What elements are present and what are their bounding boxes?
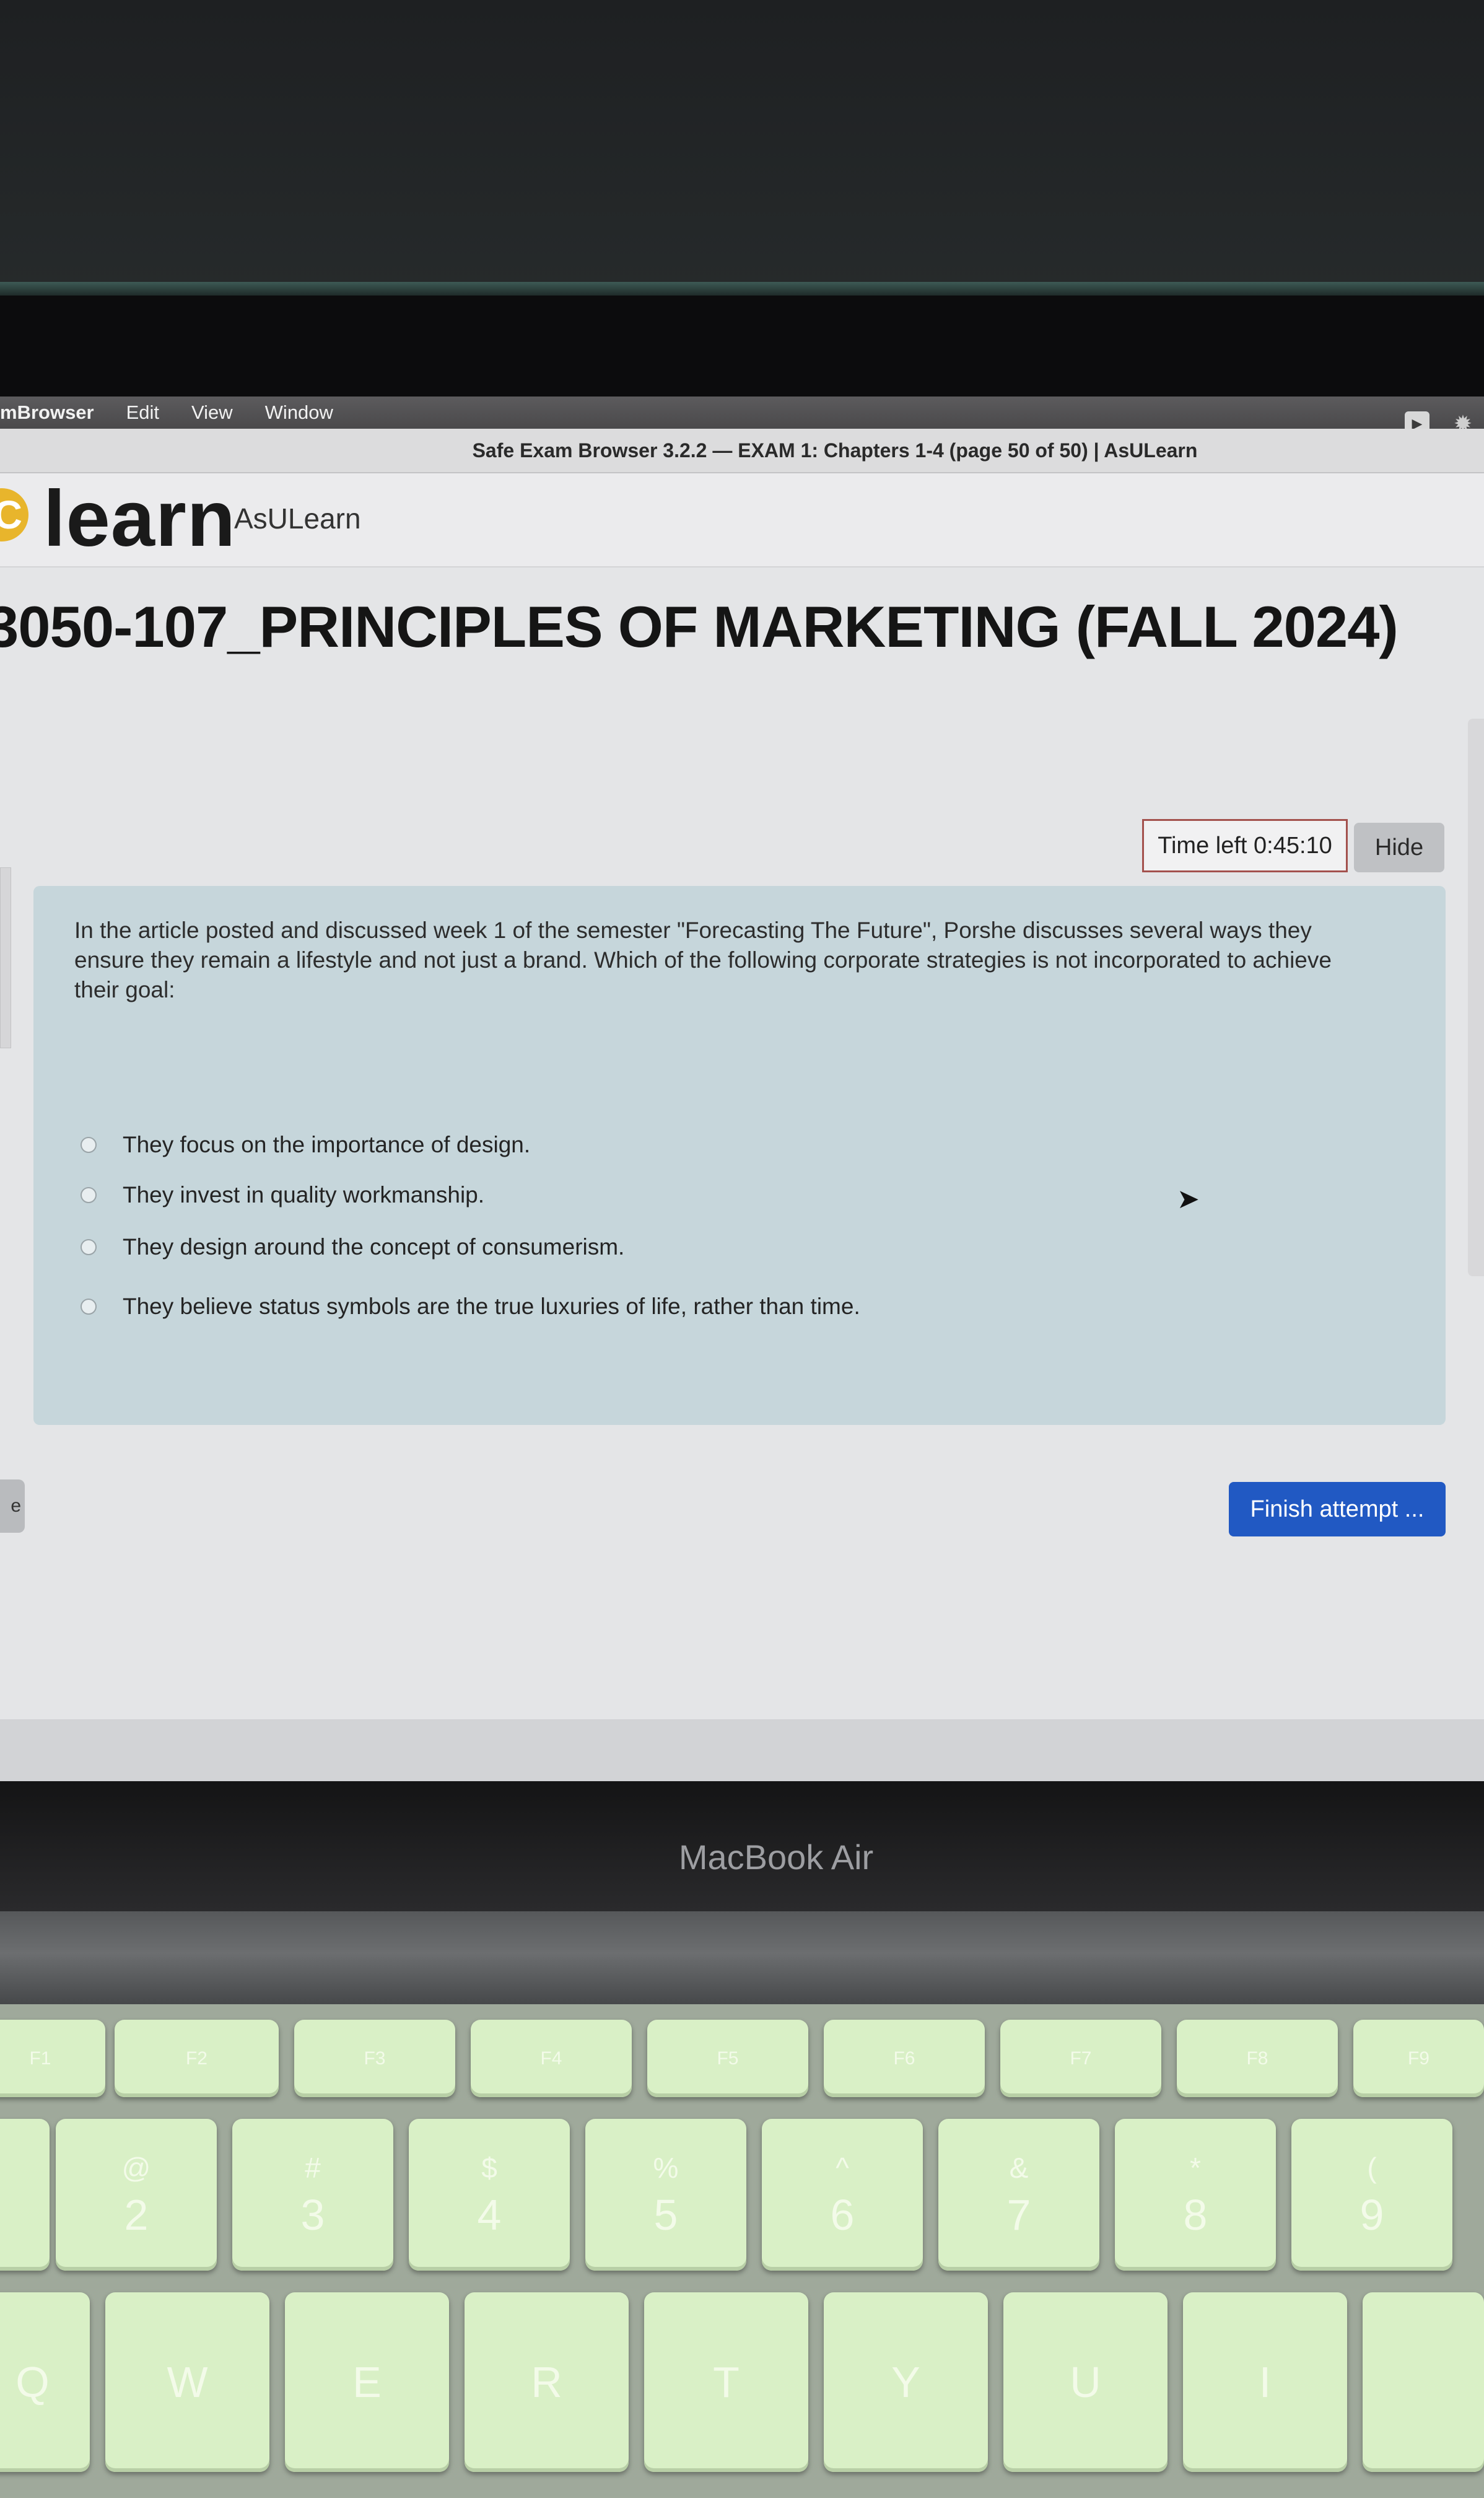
key-6[interactable]: ^ 6 xyxy=(762,2119,923,2271)
key-f1[interactable]: F1 xyxy=(0,2020,105,2097)
key-y[interactable]: Y xyxy=(824,2292,988,2472)
previous-page-button[interactable]: e xyxy=(0,1479,25,1533)
menu-edit[interactable]: Edit xyxy=(126,401,159,424)
key-q[interactable]: Q xyxy=(0,2292,90,2472)
radio-button[interactable] xyxy=(81,1239,97,1255)
window-title: Safe Exam Browser 3.2.2 — EXAM 1: Chapte… xyxy=(472,439,1198,462)
site-name[interactable]: AsULearn xyxy=(234,502,361,535)
device-label: MacBook Air xyxy=(678,1838,874,1877)
keyboard: F1 F2 F3 F4 F5 F6 F7 F8 F9 @ 2 # 3 $ 4 %… xyxy=(0,2004,1484,2498)
quiz-navigation-tab[interactable] xyxy=(0,867,11,1048)
key-f5[interactable]: F5 xyxy=(647,2020,808,2097)
radio-button[interactable] xyxy=(81,1299,97,1315)
answer-label: They focus on the importance of design. xyxy=(123,1132,531,1157)
answer-option[interactable]: They believe status symbols are the true… xyxy=(81,1294,860,1320)
time-left-indicator: Time left 0:45:10 xyxy=(1142,819,1348,872)
key-i[interactable]: I xyxy=(1183,2292,1347,2472)
answer-option[interactable]: They focus on the importance of design. xyxy=(81,1132,530,1158)
laptop-hinge xyxy=(0,1911,1484,2004)
radio-button[interactable] xyxy=(81,1187,97,1203)
menu-app[interactable]: mBrowser xyxy=(0,401,94,424)
finish-attempt-button[interactable]: Finish attempt ... xyxy=(1229,1482,1446,1536)
hide-timer-button[interactable]: Hide xyxy=(1354,823,1444,872)
key-f3[interactable]: F3 xyxy=(294,2020,455,2097)
drawer-toggle-tab[interactable] xyxy=(1468,719,1484,1276)
key-2[interactable]: @ 2 xyxy=(56,2119,217,2271)
key-f9[interactable]: F9 xyxy=(1353,2020,1484,2097)
menu-view[interactable]: View xyxy=(191,401,233,424)
screen: mBrowser Edit View Window ▶ ✹ Safe Exam … xyxy=(0,397,1484,1781)
key-o[interactable] xyxy=(1363,2292,1484,2472)
key-7[interactable]: & 7 xyxy=(938,2119,1099,2271)
key-u[interactable]: U xyxy=(1003,2292,1168,2472)
answer-label: They invest in quality workmanship. xyxy=(123,1182,485,1207)
key-w[interactable]: W xyxy=(105,2292,269,2472)
key-8[interactable]: * 8 xyxy=(1115,2119,1276,2271)
background-room xyxy=(0,0,1484,291)
laptop-lid-edge xyxy=(0,282,1484,296)
key-f4[interactable]: F4 xyxy=(471,2020,632,2097)
radio-button[interactable] xyxy=(81,1137,97,1153)
key-r[interactable]: R xyxy=(465,2292,629,2472)
key-9[interactable]: ( 9 xyxy=(1291,2119,1452,2271)
key-4[interactable]: $ 4 xyxy=(409,2119,570,2271)
page-footer xyxy=(0,1719,1484,1781)
key-t[interactable]: T xyxy=(644,2292,808,2472)
key-5[interactable]: % 5 xyxy=(585,2119,746,2271)
question-text: In the article posted and discussed week… xyxy=(74,918,1332,1002)
logo-icon: C xyxy=(0,488,28,541)
answer-option[interactable]: They design around the concept of consum… xyxy=(81,1234,624,1260)
menu-window[interactable]: Window xyxy=(265,401,333,424)
course-title: 3050-107_PRINCIPLES OF MARKETING (FALL 2… xyxy=(0,594,1399,659)
key-1[interactable] xyxy=(0,2119,50,2271)
answer-option[interactable]: They invest in quality workmanship. xyxy=(81,1182,484,1208)
logo-text[interactable]: learn xyxy=(43,473,236,564)
key-e[interactable]: E xyxy=(285,2292,449,2472)
mouse-pointer-icon: ➤ xyxy=(1177,1184,1200,1214)
site-header: C learn AsULearn xyxy=(0,473,1484,568)
screen-bezel-top xyxy=(0,296,1484,398)
menu-bar: mBrowser Edit View Window ▶ ✹ xyxy=(0,397,1484,436)
window-titlebar: Safe Exam Browser 3.2.2 — EXAM 1: Chapte… xyxy=(0,429,1484,473)
key-f8[interactable]: F8 xyxy=(1177,2020,1338,2097)
answer-label: They design around the concept of consum… xyxy=(123,1234,625,1260)
answer-label: They believe status symbols are the true… xyxy=(123,1294,860,1319)
key-3[interactable]: # 3 xyxy=(232,2119,393,2271)
key-f6[interactable]: F6 xyxy=(824,2020,985,2097)
key-f7[interactable]: F7 xyxy=(1000,2020,1161,2097)
key-f2[interactable]: F2 xyxy=(115,2020,279,2097)
